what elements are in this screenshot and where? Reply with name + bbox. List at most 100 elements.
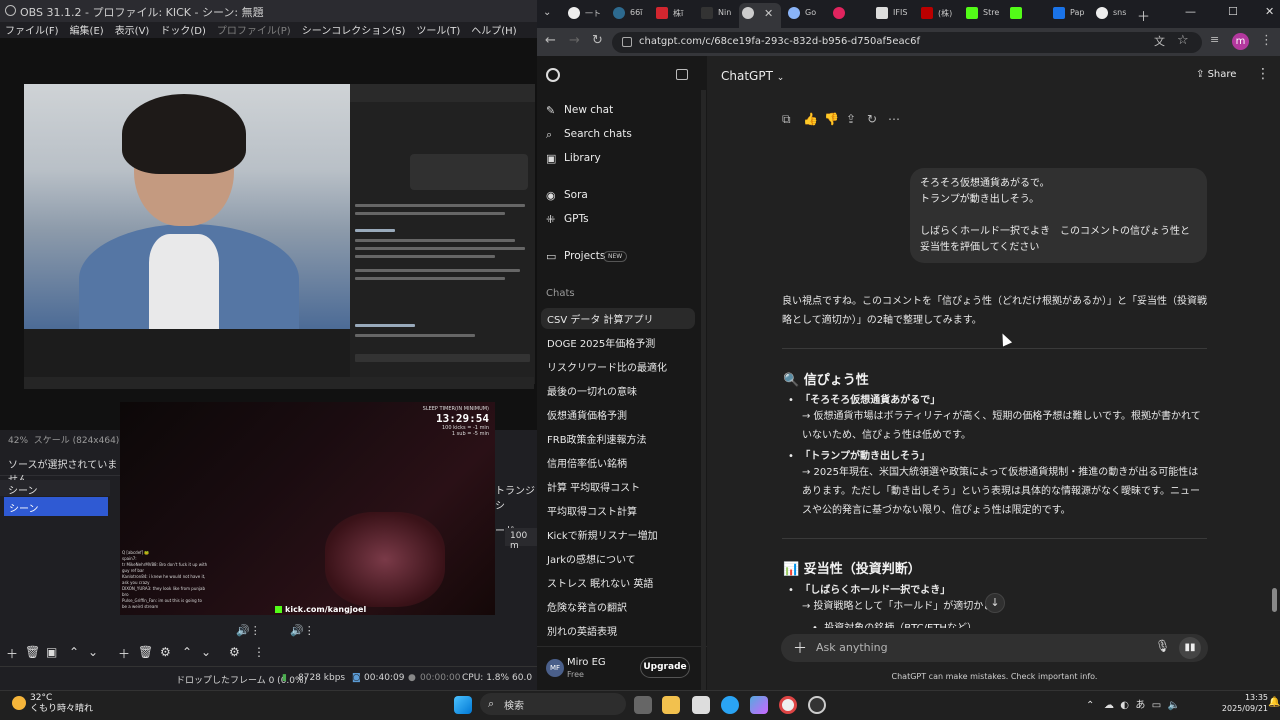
close-window-icon[interactable]: ✕ xyxy=(1265,5,1274,18)
more-options-icon[interactable]: ⋮ xyxy=(1256,66,1270,82)
chrome-menu-icon[interactable]: ⋮ xyxy=(1260,33,1273,48)
file-explorer-icon[interactable] xyxy=(662,696,680,714)
add-scene-icon[interactable]: ＋ xyxy=(6,645,18,662)
back-icon[interactable]: ← xyxy=(545,33,556,48)
obs-duration-field[interactable]: 100 m xyxy=(505,528,537,551)
tab-1[interactable]: 一ト xyxy=(565,5,603,23)
onedrive-icon[interactable]: ☁ xyxy=(1104,700,1114,711)
microphone-icon[interactable]: 🎙 xyxy=(1155,639,1170,653)
chat-item[interactable]: ストレス 眠れない 英語 xyxy=(547,575,653,590)
model-selector[interactable]: ChatGPT ⌄ xyxy=(721,69,784,83)
obs-menu-dock[interactable]: ドック(D) xyxy=(160,22,206,37)
tab-11[interactable] xyxy=(1007,5,1045,23)
tab-2[interactable]: 66ĩ xyxy=(610,5,648,23)
bookmark-star-icon[interactable]: ☆ xyxy=(1177,33,1189,48)
gpts-button[interactable]: ⁜ GPTs xyxy=(546,213,589,226)
chat-item[interactable]: Kickで新規リスナー増加 xyxy=(547,527,658,542)
volume-icon[interactable]: 🔈 xyxy=(1168,700,1180,711)
reload-icon[interactable]: ↻ xyxy=(592,33,603,48)
tray-overflow-icon[interactable]: ⌃ xyxy=(1086,700,1094,711)
obs-menu-file[interactable]: ファイル(F) xyxy=(5,22,59,37)
tab-4[interactable]: Nin xyxy=(698,5,736,23)
audio-settings-icon[interactable]: ⚙ xyxy=(229,645,240,659)
chat-item[interactable]: 別れの英語表現 xyxy=(547,623,617,638)
chat-item[interactable]: 仮想通貨価格予測 xyxy=(547,407,627,422)
add-source-icon[interactable]: ＋ xyxy=(118,645,130,662)
remove-scene-icon[interactable]: 🗑 xyxy=(25,645,40,659)
obs-zoom-level[interactable]: 42% xyxy=(8,436,28,446)
chat-item[interactable]: DOGE 2025年価格予測 xyxy=(547,335,655,350)
obs-menu-profile[interactable]: プロファイル(P) xyxy=(217,22,291,37)
site-info-icon[interactable] xyxy=(622,37,632,47)
scene-filter-icon[interactable]: ▣ xyxy=(46,645,57,659)
more-icon[interactable]: ⋯ xyxy=(888,112,900,126)
forward-icon[interactable]: → xyxy=(569,33,580,48)
minimize-icon[interactable]: — xyxy=(1185,5,1196,18)
tab-12[interactable]: Pap xyxy=(1050,5,1092,23)
thumbs-down-icon[interactable]: 👎 xyxy=(824,112,839,126)
main-scrollbar[interactable] xyxy=(1272,588,1277,612)
upgrade-button[interactable]: Upgrade xyxy=(640,657,690,678)
source-up-icon[interactable]: ⌃ xyxy=(182,645,192,659)
edge-icon[interactable] xyxy=(721,696,739,714)
address-bar[interactable]: chatgpt.com/c/68ce19fa-293c-832d-b956-d7… xyxy=(612,32,1202,53)
thumbs-up-icon[interactable]: 👍 xyxy=(803,112,818,126)
scroll-to-bottom-icon[interactable]: ↓ xyxy=(985,593,1005,613)
sidebar-scrollbar[interactable] xyxy=(701,90,706,690)
chat-item[interactable]: 危険な発言の翻訳 xyxy=(547,599,627,614)
share-icon[interactable]: ⇪ xyxy=(846,112,856,126)
audio-menu-icon[interactable]: ⋮ xyxy=(253,645,265,659)
copy-icon[interactable]: ⧉ xyxy=(782,112,791,127)
copilot-icon[interactable] xyxy=(750,696,768,714)
obs-menu-scene-collection[interactable]: シーンコレクション(S) xyxy=(302,22,406,37)
obs-menu-help[interactable]: ヘルプ(H) xyxy=(471,22,516,37)
tab-7[interactable] xyxy=(830,5,868,23)
prompt-composer[interactable]: ＋ Ask anything 🎙 ▮▮ xyxy=(781,634,1208,662)
close-sidebar-icon[interactable] xyxy=(676,69,688,80)
chat-item[interactable]: FRB政策金利速報方法 xyxy=(547,431,647,446)
source-down-icon[interactable]: ⌄ xyxy=(201,645,211,659)
chat-item[interactable]: 平均取得コスト計算 xyxy=(547,503,637,518)
share-button[interactable]: ⇪ Share xyxy=(1196,69,1236,80)
app-icon[interactable]: ◐ xyxy=(1120,700,1129,711)
voice-mode-icon[interactable]: ▮▮ xyxy=(1179,637,1201,659)
tab-9[interactable]: (株) xyxy=(918,5,960,23)
chrome-icon[interactable] xyxy=(779,696,797,714)
regenerate-icon[interactable]: ↻ xyxy=(867,112,877,126)
clock[interactable]: 13:35 2025/09/21 xyxy=(1220,692,1268,714)
weather-widget[interactable]: 32°C くもり時々晴れ xyxy=(12,693,93,715)
ime-icon[interactable]: あ xyxy=(1135,700,1145,711)
attach-icon[interactable]: ＋ xyxy=(793,638,807,658)
search-chats-button[interactable]: ⌕ Search chats xyxy=(546,128,632,141)
obs-menu-view[interactable]: 表示(V) xyxy=(115,22,150,37)
move-up-icon[interactable]: ⌃ xyxy=(69,645,79,659)
chat-item[interactable]: 信用倍率低い銘柄 xyxy=(547,455,627,470)
obs-scene-item[interactable]: シーン xyxy=(4,497,108,516)
task-view-icon[interactable] xyxy=(634,696,652,714)
source-settings-icon[interactable]: ⚙ xyxy=(160,645,171,659)
chat-item[interactable]: 最後の一切れの意味 xyxy=(547,383,637,398)
tab-6[interactable]: Go xyxy=(785,5,823,23)
taskbar-search[interactable]: ⌕ 検索 xyxy=(480,693,626,715)
obs-menu-edit[interactable]: 編集(E) xyxy=(70,22,104,37)
tab-8[interactable]: IFIS xyxy=(873,5,915,23)
tab-search-icon[interactable]: ⌄ xyxy=(543,7,557,21)
tab-10[interactable]: Stre xyxy=(963,5,1005,23)
chat-item[interactable]: CSV データ 計算アプリ xyxy=(547,311,654,326)
sora-button[interactable]: ◉ Sora xyxy=(546,189,588,202)
tab-13[interactable]: sns xyxy=(1093,5,1133,23)
chat-item[interactable]: リスクリワード比の最適化 xyxy=(547,359,667,374)
tab-3[interactable]: 株ĩ xyxy=(653,5,691,23)
translate-icon[interactable]: 文 xyxy=(1154,33,1165,49)
maximize-icon[interactable]: ☐ xyxy=(1228,5,1238,18)
obs-icon[interactable] xyxy=(808,696,826,714)
network-icon[interactable]: ▭ xyxy=(1152,700,1161,711)
mixer-volume-icon-2[interactable]: 🔊⋮ xyxy=(290,624,315,637)
tab-close-icon[interactable]: ✕ xyxy=(764,7,773,20)
media-icon[interactable]: ≡ xyxy=(1210,33,1219,46)
notification-icon[interactable]: 🔔 xyxy=(1268,697,1280,708)
new-chat-button[interactable]: ✎ New chat xyxy=(546,104,613,117)
projects-button[interactable]: ▭ Projects xyxy=(546,250,605,263)
profile-avatar[interactable]: m xyxy=(1232,33,1249,50)
move-down-icon[interactable]: ⌄ xyxy=(88,645,98,659)
